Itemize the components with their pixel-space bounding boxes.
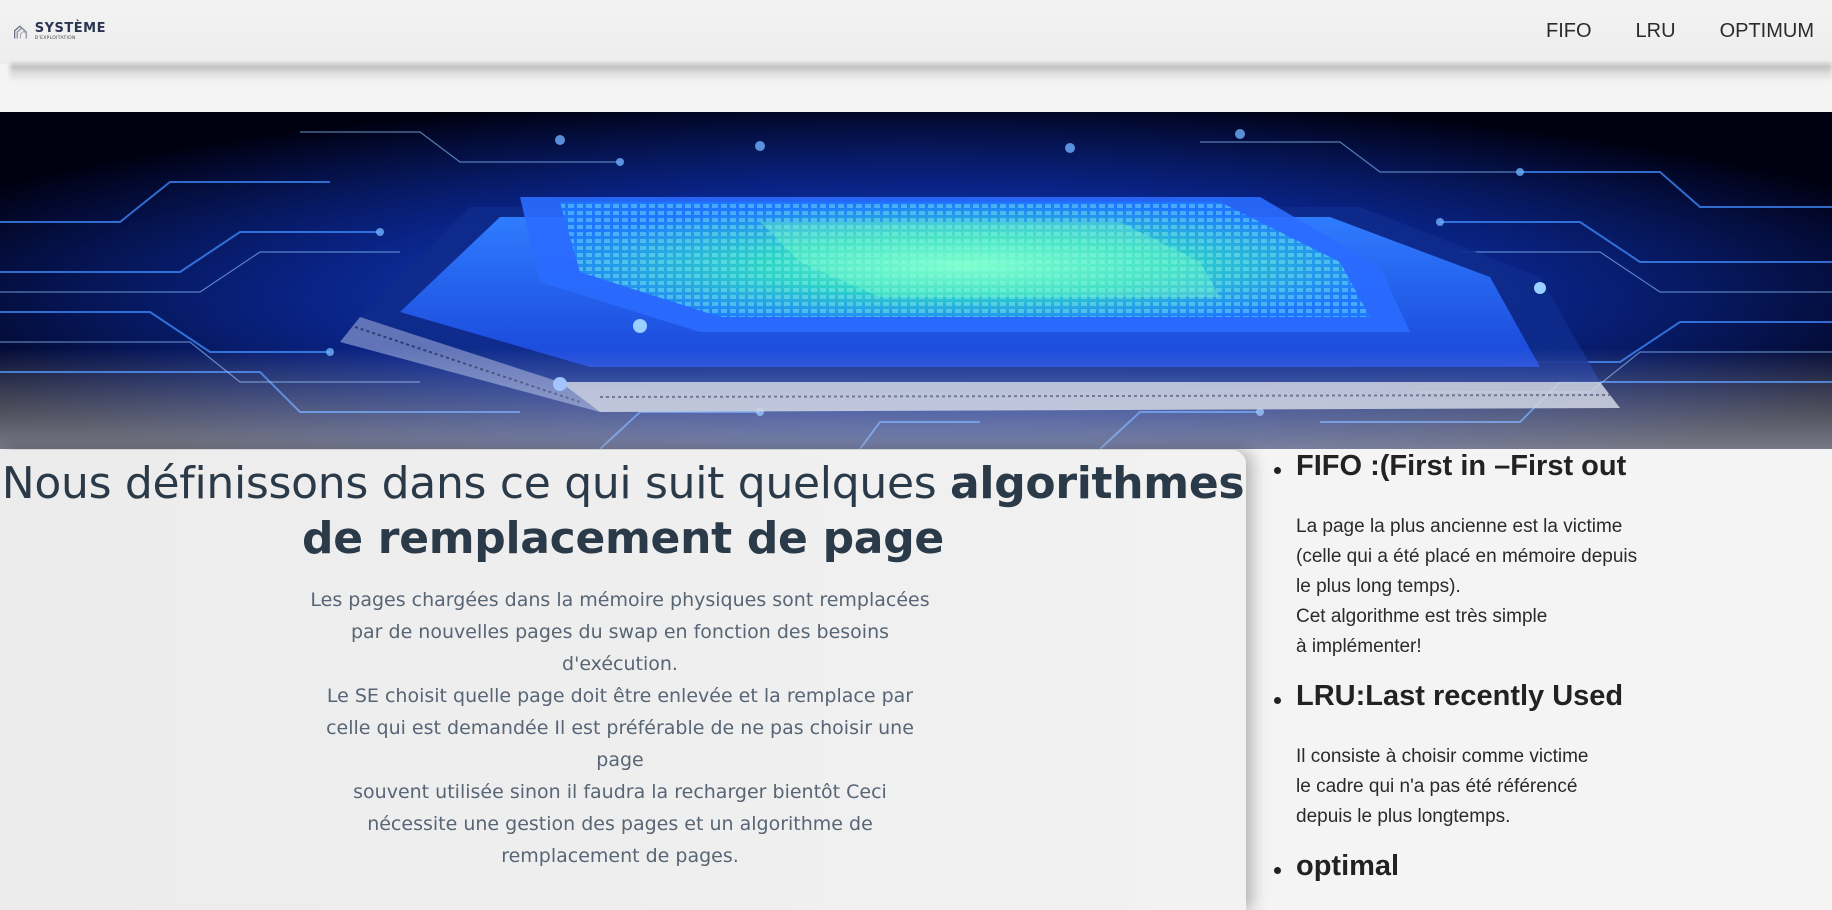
intro-line: par de nouvelles pages du swap en foncti… — [350, 621, 890, 643]
desc-line: le cadre qui n'a pas été référencé — [1296, 776, 1578, 797]
top-navbar: SYSTÈME D'EXPLOITATION FIFO LRU OPTIMUM — [0, 0, 1832, 64]
circuit-board-cpu-image — [0, 112, 1832, 449]
algorithm-title-lru: LRU:Last recently Used — [1273, 680, 1624, 712]
nav-links: FIFO LRU OPTIMUM — [1546, 0, 1814, 62]
intro-line: souvent utilisée sinon il faudra la rech… — [353, 781, 887, 803]
algorithm-desc-fifo: La page la plus ancienne est la victime … — [1296, 512, 1637, 662]
logo-title: SYSTÈME — [34, 21, 106, 37]
logo-subtitle: D'EXPLOITATION — [34, 36, 76, 42]
intro-paragraph: Les pages chargées dans la mémoire physi… — [300, 584, 940, 872]
hero-banner — [0, 112, 1832, 449]
intro-line: d'exécution. — [562, 653, 678, 675]
algorithm-title-optimal: optimal — [1273, 850, 1400, 882]
logo-house-icon — [14, 25, 28, 39]
desc-line: à implémenter! — [1296, 636, 1422, 657]
page-title: Nous définissons dans ce qui suit quelqu… — [0, 456, 1246, 566]
page-title-regular: Nous définissons dans ce qui suit quelqu… — [1, 458, 951, 509]
intro-line: page — [596, 749, 644, 771]
desc-line: Il consiste à choisir comme victime — [1296, 746, 1589, 767]
nav-link-optimum[interactable]: OPTIMUM — [1720, 20, 1814, 43]
algorithm-title-fifo: FIFO :(First in –First out — [1273, 450, 1627, 482]
desc-line: le plus long temps). — [1296, 576, 1461, 597]
algorithm-desc-lru: Il consiste à choisir comme victime le c… — [1296, 742, 1588, 832]
intro-line: Les pages chargées dans la mémoire physi… — [310, 589, 930, 611]
intro-panel: Nous définissons dans ce qui suit quelqu… — [0, 450, 1246, 910]
intro-line: remplacement de pages. — [501, 845, 739, 867]
intro-line: Le SE choisit quelle page doit être enle… — [326, 685, 914, 707]
desc-line: (celle qui a été placé en mémoire depuis — [1296, 546, 1638, 567]
intro-line: celle qui est demandée Il est préférable… — [326, 717, 914, 739]
site-logo[interactable]: SYSTÈME D'EXPLOITATION — [14, 14, 106, 50]
desc-line: La page la plus ancienne est la victime — [1296, 516, 1623, 537]
algorithms-sidebar: FIFO :(First in –First out La page la pl… — [1246, 450, 1832, 910]
desc-line: depuis le plus longtemps. — [1296, 806, 1511, 827]
desc-line: Cet algorithme est très simple — [1296, 606, 1548, 627]
nav-link-fifo[interactable]: FIFO — [1546, 20, 1592, 43]
navbar-shadow — [10, 64, 1832, 82]
logo-text: SYSTÈME D'EXPLOITATION — [35, 22, 106, 42]
nav-link-lru[interactable]: LRU — [1636, 20, 1676, 43]
intro-line: nécessite une gestion des pages et un al… — [367, 813, 873, 835]
